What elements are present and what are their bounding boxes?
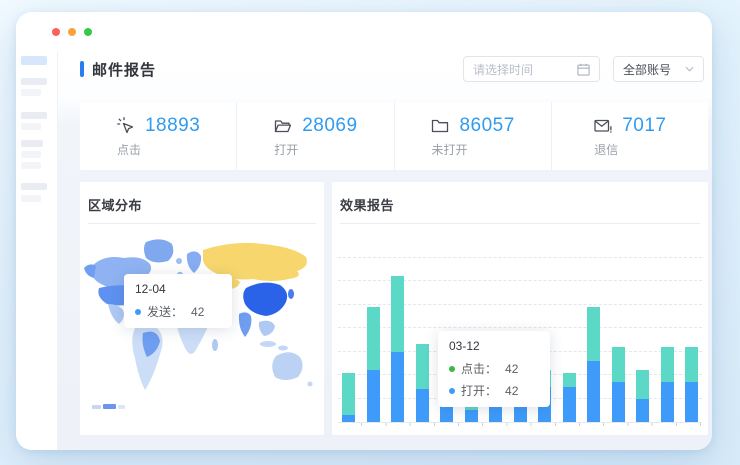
tooltip-value: 42 (191, 305, 204, 319)
stats-summary: 18893 点击 28069 (80, 102, 708, 170)
page-title: 邮件报告 (92, 59, 156, 80)
map-region (308, 382, 313, 387)
account-select[interactable]: 全部账号 (613, 56, 704, 82)
tooltip-label: 打开： (461, 382, 497, 399)
tooltip-row: 打开： 42 (449, 382, 539, 399)
tooltip-row: 点击： 42 (449, 360, 539, 377)
sidebar-item[interactable] (21, 78, 47, 85)
map-region (259, 321, 275, 336)
calendar-icon (577, 63, 590, 76)
bar-group[interactable] (587, 307, 600, 422)
sidebar-item[interactable] (21, 112, 47, 119)
sidebar-item[interactable] (21, 151, 41, 158)
bar-group[interactable] (612, 347, 625, 422)
stat-label: 未打开 (431, 141, 467, 158)
bar-group[interactable] (636, 370, 649, 422)
map-tooltip: 12-04 发送： 42 (124, 274, 232, 328)
stat-label: 打开 (274, 141, 298, 158)
stat-value: 86057 (459, 115, 514, 137)
minimize-window-button[interactable] (68, 28, 76, 36)
map-region-australia (272, 352, 302, 380)
mail-alert-icon (593, 116, 613, 136)
map-region (187, 251, 201, 273)
stat-label: 退信 (594, 141, 618, 158)
map-region (84, 264, 96, 278)
date-range-picker[interactable]: 请选择时间 (463, 56, 600, 82)
tooltip-row: 发送： 42 (135, 303, 221, 320)
divider (88, 223, 316, 224)
map-region (288, 289, 294, 299)
sidebar-item[interactable] (21, 183, 47, 190)
sidebar-item[interactable] (21, 123, 41, 130)
stat-bounced: 7017 退信 (551, 102, 708, 170)
stat-value: 28069 (302, 115, 357, 137)
page-header: 邮件报告 请选择时间 全部 (80, 54, 708, 84)
stat-label: 点击 (117, 141, 141, 158)
bar-group[interactable] (685, 347, 698, 422)
bar-group[interactable] (367, 307, 380, 422)
chart-tooltip: 03-12 点击： 42 打开： 42 (438, 331, 550, 407)
bar-group[interactable] (391, 276, 404, 422)
map-region (176, 258, 182, 264)
sidebar-item[interactable] (21, 140, 43, 147)
sidebar-nav (16, 52, 58, 450)
map-region (108, 304, 124, 324)
window-titlebar (16, 12, 712, 52)
folder-icon (430, 116, 450, 136)
map-region-china (243, 283, 287, 316)
region-distribution-panel: 区域分布 (80, 182, 324, 435)
main-content: 邮件报告 请选择时间 全部 (58, 52, 712, 450)
map-region-greenland (144, 239, 173, 262)
sidebar-item-active[interactable] (21, 56, 47, 65)
panel-title: 区域分布 (80, 182, 324, 214)
tooltip-value: 42 (505, 384, 518, 398)
bar-group[interactable] (416, 344, 429, 422)
sidebar-item[interactable] (21, 195, 41, 202)
folder-open-icon (273, 116, 293, 136)
series-dot (135, 309, 141, 315)
series-dot (449, 366, 455, 372)
cursor-click-icon (116, 116, 136, 136)
date-picker-placeholder: 请选择时间 (473, 61, 533, 78)
map-region (278, 346, 288, 351)
series-dot (449, 388, 455, 394)
app-window: 邮件报告 请选择时间 全部 (16, 12, 712, 450)
chevron-down-icon (685, 66, 694, 72)
panels-row: 区域分布 (80, 182, 708, 435)
stat-opened: 28069 打开 (236, 102, 393, 170)
maximize-window-button[interactable] (84, 28, 92, 36)
map-region (260, 341, 276, 347)
tooltip-label: 发送： (147, 303, 183, 320)
tooltip-value: 42 (505, 362, 518, 376)
account-select-value: 全部账号 (623, 61, 671, 78)
divider (340, 223, 700, 224)
title-accent-bar (80, 61, 84, 77)
bar-group[interactable] (563, 373, 576, 422)
map-attribution (92, 404, 125, 409)
map-region-india (239, 312, 252, 337)
sidebar-item[interactable] (21, 162, 41, 169)
x-axis-ticks (338, 423, 702, 426)
panel-title: 效果报告 (332, 182, 708, 214)
tooltip-label: 点击： (461, 360, 497, 377)
map-region (282, 298, 286, 302)
map-region (212, 339, 218, 351)
stat-clicks: 18893 点击 (80, 102, 236, 170)
stat-value: 18893 (145, 115, 200, 137)
close-window-button[interactable] (52, 28, 60, 36)
effect-report-panel: 效果报告 03-12 点击： 42 (332, 182, 708, 435)
tooltip-date: 03-12 (449, 339, 539, 353)
stat-unopened: 86057 未打开 (394, 102, 551, 170)
bar-group[interactable] (342, 373, 355, 422)
bar-group[interactable] (661, 347, 674, 422)
tooltip-date: 12-04 (135, 282, 221, 296)
desktop-background: 邮件报告 请选择时间 全部 (0, 0, 740, 465)
sidebar-item[interactable] (21, 89, 41, 96)
stat-value: 7017 (622, 115, 666, 137)
